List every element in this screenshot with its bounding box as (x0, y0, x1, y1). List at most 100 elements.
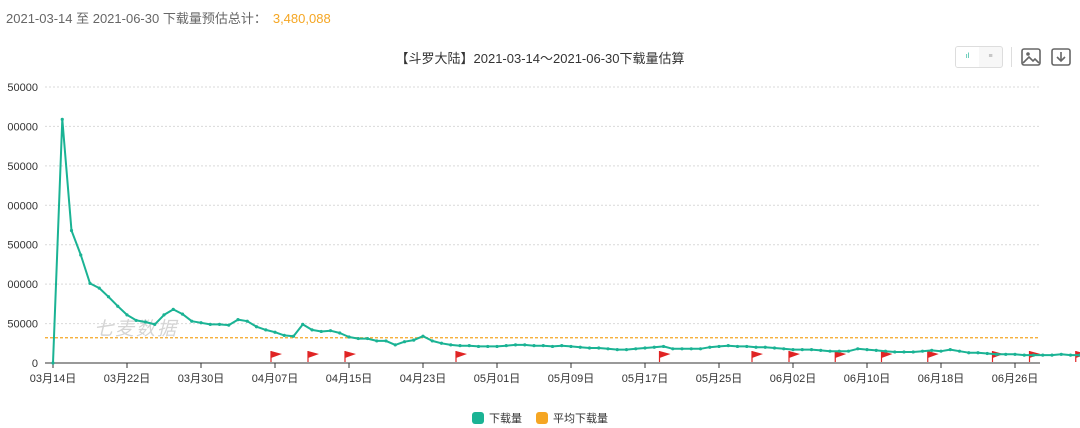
event-flag-icon (658, 351, 671, 362)
x-tick-label: 03月30日 (178, 373, 224, 385)
downloads-data-point (291, 334, 296, 338)
downloads-data-point (513, 343, 518, 347)
downloads-data-point (254, 325, 259, 329)
x-tick-label: 03月14日 (30, 373, 76, 385)
flag-cloth (789, 351, 800, 358)
downloads-data-point (495, 344, 499, 349)
downloads-data-point (412, 338, 416, 342)
downloads-data-point (338, 331, 342, 335)
event-flag-icon (344, 351, 356, 362)
event-flag-icon (270, 351, 282, 362)
downloads-data-point (227, 323, 231, 327)
downloads-data-point (809, 347, 814, 352)
event-flag-icon (927, 351, 939, 362)
x-tick-label: 06月26日 (992, 373, 1038, 385)
legend-label-downloads: 下载量 (489, 413, 522, 425)
x-tick-label: 04月23日 (400, 373, 446, 385)
downloads-data-point (920, 349, 925, 353)
downloads-data-point (236, 318, 240, 322)
downloads-data-point (199, 321, 203, 325)
y-tick-label: 50000 (7, 161, 38, 173)
downloads-data-point (301, 322, 305, 326)
downloads-data-point (458, 344, 462, 348)
downloads-data-point (957, 349, 962, 353)
downloads-data-point (217, 322, 222, 326)
flag-cloth (345, 351, 356, 358)
downloads-data-point (79, 253, 83, 257)
downloads-series-line (52, 118, 1080, 364)
y-tick-label: 00000 (7, 200, 38, 212)
y-tick-label: 0 (32, 358, 38, 370)
flag-cloth (271, 351, 282, 358)
downloads-data-point (116, 304, 120, 308)
downloads-data-point (745, 344, 749, 349)
downloads-data-point (689, 347, 693, 351)
downloads-data-point (846, 349, 851, 353)
event-flag-icon (307, 351, 319, 362)
downloads-data-point (134, 318, 138, 323)
downloads-data-point (726, 344, 730, 348)
downloads-data-point (532, 344, 536, 348)
downloads-data-point (106, 295, 111, 299)
downloads-data-point (1050, 353, 1054, 357)
downloads-data-point (708, 345, 712, 349)
downloads-data-point (180, 312, 185, 316)
downloads-data-point (578, 345, 582, 349)
downloads-data-point (856, 347, 860, 351)
downloads-data-point (1004, 352, 1008, 356)
downloads-data-point (680, 347, 684, 351)
downloads-data-point (569, 344, 573, 349)
downloads-data-point (837, 349, 841, 353)
flag-cloth (308, 351, 319, 358)
y-tick-label: 00000 (7, 279, 38, 291)
downloads-data-point (523, 343, 527, 347)
legend-item-downloads[interactable]: 下载量 (472, 410, 522, 426)
downloads-data-point (624, 347, 629, 352)
downloads-data-point (865, 347, 869, 352)
downloads-data-point (597, 346, 601, 350)
flag-cloth (659, 351, 671, 358)
x-tick-label: 06月02日 (770, 373, 816, 385)
legend-swatch-average (536, 412, 548, 424)
event-flag-icon (1028, 351, 1041, 362)
downloads-data-point (606, 347, 610, 351)
downloads-data-point (735, 344, 740, 349)
downloads-data-point (347, 335, 351, 339)
downloads-data-point (994, 352, 999, 356)
downloads-data-point (902, 350, 906, 354)
flag-cloth (927, 351, 939, 358)
downloads-data-point (754, 345, 758, 349)
downloads-data-point (439, 341, 444, 345)
downloads-data-point (162, 313, 166, 317)
downloads-data-point (282, 333, 286, 337)
downloads-data-point (911, 350, 915, 354)
y-tick-label: 00000 (7, 121, 38, 133)
x-tick-label: 04月15日 (326, 373, 372, 385)
downloads-data-point (819, 348, 823, 352)
downloads-data-point (1041, 353, 1045, 357)
downloads-data-point (671, 347, 675, 351)
downloads-data-point (375, 339, 379, 343)
event-flag-icon (455, 351, 467, 362)
downloads-data-point (782, 347, 786, 351)
downloads-data-point (430, 339, 434, 343)
downloads-data-point (615, 347, 619, 352)
downloads-data-point (985, 351, 989, 356)
y-tick-label: 50000 (7, 319, 38, 331)
chart-legend: 下载量 平均下载量 (0, 410, 1080, 426)
x-tick-label: 04月07日 (252, 373, 298, 385)
legend-item-average[interactable]: 平均下载量 (536, 410, 608, 426)
downloads-data-point (717, 344, 721, 349)
downloads-data-point (550, 344, 555, 349)
downloads-data-point (356, 336, 360, 341)
downloads-data-point (88, 281, 92, 285)
downloads-data-point (476, 344, 481, 349)
event-flag-icon (834, 351, 847, 362)
downloads-data-point (143, 320, 148, 324)
legend-swatch-downloads (472, 412, 484, 424)
downloads-data-point (319, 329, 323, 334)
flag-cloth (456, 351, 467, 358)
downloads-data-point (634, 347, 638, 351)
downloads-data-point (245, 319, 249, 323)
downloads-data-point (402, 340, 407, 344)
